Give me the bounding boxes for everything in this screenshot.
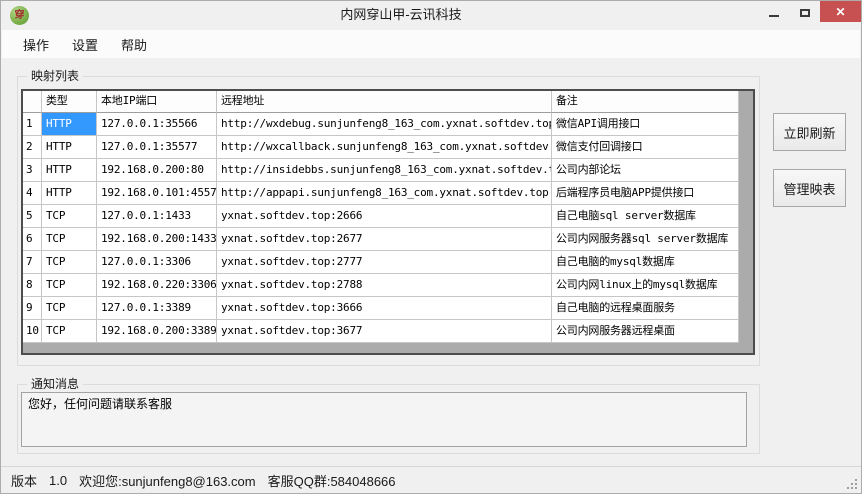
note-cell[interactable]: 公司内网服务器远程桌面: [552, 320, 739, 343]
table-row[interactable]: 5TCP127.0.0.1:1433yxnat.softdev.top:2666…: [23, 205, 753, 228]
type-cell[interactable]: HTTP: [42, 113, 97, 136]
row-number: 9: [23, 297, 42, 320]
qq-group-text: 客服QQ群:584048666: [268, 471, 396, 490]
version-value: 1.0: [49, 473, 67, 488]
app-window: 穿 内网穿山甲-云讯科技 ✕ 操作 设置 帮助 映射列表 类型本地IP端口远程地…: [0, 0, 862, 494]
note-cell[interactable]: 公司内网linux上的mysql数据库: [552, 274, 739, 297]
titlebar[interactable]: 穿 内网穿山甲-云讯科技 ✕: [1, 1, 861, 30]
table-row[interactable]: 10TCP192.168.0.200:3389yxnat.softdev.top…: [23, 320, 753, 343]
remote-address-cell[interactable]: yxnat.softdev.top:2777: [217, 251, 552, 274]
menu-item-operate[interactable]: 操作: [13, 31, 59, 58]
type-cell[interactable]: HTTP: [42, 182, 97, 205]
column-header[interactable]: 本地IP端口: [97, 91, 217, 113]
local-endpoint-cell[interactable]: 192.168.0.200:3389: [97, 320, 217, 343]
menu-item-settings[interactable]: 设置: [62, 31, 108, 58]
table-row[interactable]: 3HTTP192.168.0.200:80http://insidebbs.su…: [23, 159, 753, 182]
pangolin-logo-icon: 穿: [15, 11, 25, 21]
row-number: 3: [23, 159, 42, 182]
row-number: 10: [23, 320, 42, 343]
notice-group-label: 通知消息: [27, 376, 83, 392]
close-icon: ✕: [835, 5, 845, 19]
table-row[interactable]: 7TCP127.0.0.1:3306yxnat.softdev.top:2777…: [23, 251, 753, 274]
type-cell[interactable]: TCP: [42, 205, 97, 228]
table-row[interactable]: 9TCP127.0.0.1:3389yxnat.softdev.top:3666…: [23, 297, 753, 320]
local-endpoint-cell[interactable]: 127.0.0.1:3306: [97, 251, 217, 274]
minimize-button[interactable]: [758, 1, 789, 22]
remote-address-cell[interactable]: http://wxdebug.sunjunfeng8_163_com.yxnat…: [217, 113, 552, 136]
remote-address-cell[interactable]: http://wxcallback.sunjunfeng8_163_com.yx…: [217, 136, 552, 159]
local-endpoint-cell[interactable]: 127.0.0.1:35577: [97, 136, 217, 159]
row-number: 4: [23, 182, 42, 205]
mapping-grid[interactable]: 类型本地IP端口远程地址备注1HTTP127.0.0.1:35566http:/…: [21, 89, 755, 355]
table-row[interactable]: 2HTTP127.0.0.1:35577http://wxcallback.su…: [23, 136, 753, 159]
row-number: 8: [23, 274, 42, 297]
column-header[interactable]: [23, 91, 42, 113]
type-cell[interactable]: TCP: [42, 228, 97, 251]
remote-address-cell[interactable]: yxnat.softdev.top:2788: [217, 274, 552, 297]
notice-message-box[interactable]: 您好，任何问题请联系客服: [21, 392, 747, 447]
maximize-icon: [800, 9, 810, 17]
welcome-text: 欢迎您:sunjunfeng8@163.com: [79, 471, 256, 490]
manage-mappings-button[interactable]: 管理映表: [773, 169, 846, 207]
remote-address-cell[interactable]: yxnat.softdev.top:3666: [217, 297, 552, 320]
app-icon: 穿: [10, 6, 29, 25]
local-endpoint-cell[interactable]: 192.168.0.200:80: [97, 159, 217, 182]
local-endpoint-cell[interactable]: 127.0.0.1:1433: [97, 205, 217, 228]
remote-address-cell[interactable]: http://appapi.sunjunfeng8_163_com.yxnat.…: [217, 182, 552, 205]
row-number: 6: [23, 228, 42, 251]
mapping-list-group-label: 映射列表: [27, 68, 83, 84]
menubar: 操作 设置 帮助: [2, 30, 860, 58]
column-header[interactable]: 远程地址: [217, 91, 552, 113]
note-cell[interactable]: 自己电脑的远程桌面服务: [552, 297, 739, 320]
remote-address-cell[interactable]: yxnat.softdev.top:2677: [217, 228, 552, 251]
type-cell[interactable]: HTTP: [42, 136, 97, 159]
row-number: 2: [23, 136, 42, 159]
row-number: 5: [23, 205, 42, 228]
remote-address-cell[interactable]: http://insidebbs.sunjunfeng8_163_com.yxn…: [217, 159, 552, 182]
column-header[interactable]: 类型: [42, 91, 97, 113]
grid-header-row: 类型本地IP端口远程地址备注: [23, 91, 753, 113]
table-row[interactable]: 4HTTP192.168.0.101:45577http://appapi.su…: [23, 182, 753, 205]
note-cell[interactable]: 公司内网服务器sql server数据库: [552, 228, 739, 251]
status-bar: 版本 1.0 欢迎您:sunjunfeng8@163.com 客服QQ群:584…: [1, 466, 861, 493]
local-endpoint-cell[interactable]: 127.0.0.1:3389: [97, 297, 217, 320]
note-cell[interactable]: 后端程序员电脑APP提供接口: [552, 182, 739, 205]
local-endpoint-cell[interactable]: 127.0.0.1:35566: [97, 113, 217, 136]
note-cell[interactable]: 自己电脑的mysql数据库: [552, 251, 739, 274]
type-cell[interactable]: TCP: [42, 251, 97, 274]
type-cell[interactable]: TCP: [42, 320, 97, 343]
close-button[interactable]: ✕: [820, 1, 861, 22]
minimize-icon: [769, 15, 779, 17]
table-row[interactable]: 1HTTP127.0.0.1:35566http://wxdebug.sunju…: [23, 113, 753, 136]
refresh-now-button[interactable]: 立即刷新: [773, 113, 846, 151]
type-cell[interactable]: TCP: [42, 274, 97, 297]
maximize-button[interactable]: [789, 1, 820, 22]
window-title: 内网穿山甲-云讯科技: [61, 1, 741, 30]
local-endpoint-cell[interactable]: 192.168.0.101:45577: [97, 182, 217, 205]
resize-grip-icon[interactable]: [845, 477, 857, 489]
note-cell[interactable]: 公司内部论坛: [552, 159, 739, 182]
menu-item-help[interactable]: 帮助: [111, 31, 157, 58]
table-row[interactable]: 6TCP192.168.0.200:1433yxnat.softdev.top:…: [23, 228, 753, 251]
column-header[interactable]: 备注: [552, 91, 739, 113]
version-label: 版本: [11, 471, 37, 490]
note-cell[interactable]: 自己电脑sql server数据库: [552, 205, 739, 228]
local-endpoint-cell[interactable]: 192.168.0.200:1433: [97, 228, 217, 251]
type-cell[interactable]: TCP: [42, 297, 97, 320]
local-endpoint-cell[interactable]: 192.168.0.220:3306: [97, 274, 217, 297]
note-cell[interactable]: 微信API调用接口: [552, 113, 739, 136]
remote-address-cell[interactable]: yxnat.softdev.top:2666: [217, 205, 552, 228]
row-number: 1: [23, 113, 42, 136]
type-cell[interactable]: HTTP: [42, 159, 97, 182]
note-cell[interactable]: 微信支付回调接口: [552, 136, 739, 159]
row-number: 7: [23, 251, 42, 274]
caption-controls: ✕: [758, 1, 861, 22]
table-row[interactable]: 8TCP192.168.0.220:3306yxnat.softdev.top:…: [23, 274, 753, 297]
remote-address-cell[interactable]: yxnat.softdev.top:3677: [217, 320, 552, 343]
